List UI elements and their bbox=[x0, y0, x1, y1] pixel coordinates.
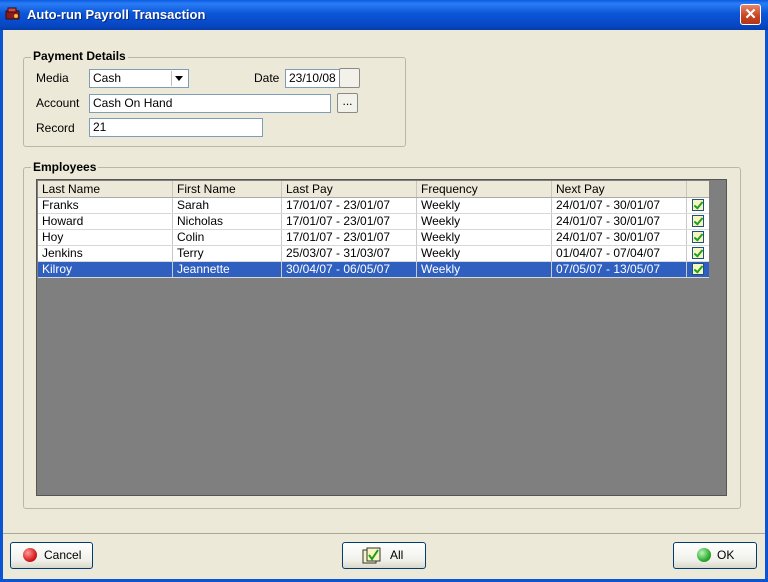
cancel-label: Cancel bbox=[44, 548, 82, 562]
date-field[interactable]: 23/10/08 bbox=[285, 69, 342, 88]
chevron-down-icon[interactable] bbox=[171, 71, 187, 86]
record-label: Record bbox=[36, 121, 75, 135]
close-button[interactable]: ✕ bbox=[740, 4, 761, 25]
cell-frequency: Weekly bbox=[417, 230, 552, 245]
col-last-pay[interactable]: Last Pay bbox=[282, 181, 417, 197]
table-row[interactable]: Hoy Colin 17/01/07 - 23/01/07 Weekly 24/… bbox=[38, 230, 709, 246]
table-row[interactable]: Howard Nicholas 17/01/07 - 23/01/07 Week… bbox=[38, 214, 709, 230]
cell-next-pay: 07/05/07 - 13/05/07 bbox=[552, 262, 687, 277]
cell-frequency: Weekly bbox=[417, 214, 552, 229]
employees-grid[interactable]: Last Name First Name Last Pay Frequency … bbox=[36, 179, 727, 496]
cell-first-name: Jeannette bbox=[173, 262, 282, 277]
bottom-separator bbox=[3, 533, 765, 534]
row-include-checkbox[interactable] bbox=[692, 263, 704, 275]
window-title: Auto-run Payroll Transaction bbox=[27, 7, 206, 22]
row-include-checkbox[interactable] bbox=[692, 247, 704, 259]
account-label: Account bbox=[36, 96, 80, 110]
col-first-name[interactable]: First Name bbox=[173, 181, 282, 197]
cell-last-pay: 17/01/07 - 23/01/07 bbox=[282, 230, 417, 245]
cell-first-name: Sarah bbox=[173, 198, 282, 213]
cell-first-name: Terry bbox=[173, 246, 282, 261]
cell-first-name: Colin bbox=[173, 230, 282, 245]
date-label: Date bbox=[254, 71, 280, 85]
row-include-checkbox[interactable] bbox=[692, 199, 704, 211]
record-field[interactable]: 21 bbox=[89, 118, 263, 137]
cell-last-pay: 25/03/07 - 31/03/07 bbox=[282, 246, 417, 261]
col-frequency[interactable]: Frequency bbox=[417, 181, 552, 197]
table-row-selected[interactable]: Kilroy Jeannette 30/04/07 - 06/05/07 Wee… bbox=[38, 262, 709, 278]
green-circle-icon bbox=[697, 548, 711, 562]
ok-button[interactable]: OK bbox=[673, 542, 757, 569]
account-field[interactable]: Cash On Hand bbox=[89, 94, 331, 113]
cell-last-pay: 17/01/07 - 23/01/07 bbox=[282, 198, 417, 213]
account-browse-button[interactable]: ... bbox=[337, 93, 358, 113]
date-picker-button[interactable] bbox=[339, 68, 360, 88]
media-label: Media bbox=[36, 71, 69, 85]
ok-label: OK bbox=[717, 548, 735, 562]
cell-last-name: Hoy bbox=[38, 230, 173, 245]
media-value: Cash bbox=[93, 71, 122, 85]
cell-last-name: Jenkins bbox=[38, 246, 173, 261]
cell-next-pay: 24/01/07 - 30/01/07 bbox=[552, 214, 687, 229]
window-frame-left bbox=[0, 30, 3, 582]
table-row[interactable]: Franks Sarah 17/01/07 - 23/01/07 Weekly … bbox=[38, 198, 709, 214]
cell-last-pay: 30/04/07 - 06/05/07 bbox=[282, 262, 417, 277]
table-header: Last Name First Name Last Pay Frequency … bbox=[38, 181, 709, 198]
cancel-button[interactable]: Cancel bbox=[10, 542, 93, 569]
red-circle-icon bbox=[23, 548, 37, 562]
payroll-app-icon bbox=[5, 7, 20, 20]
all-label: All bbox=[390, 548, 404, 562]
cell-next-pay: 01/04/07 - 07/04/07 bbox=[552, 246, 687, 261]
all-button[interactable]: All bbox=[342, 542, 426, 569]
col-last-name[interactable]: Last Name bbox=[38, 181, 173, 197]
cell-last-pay: 17/01/07 - 23/01/07 bbox=[282, 214, 417, 229]
row-include-checkbox[interactable] bbox=[692, 215, 704, 227]
employees-title: Employees bbox=[31, 160, 99, 174]
cell-frequency: Weekly bbox=[417, 262, 552, 277]
col-next-pay[interactable]: Next Pay bbox=[552, 181, 687, 197]
col-check[interactable] bbox=[687, 181, 709, 197]
row-include-checkbox[interactable] bbox=[692, 231, 704, 243]
cell-frequency: Weekly bbox=[417, 198, 552, 213]
cell-frequency: Weekly bbox=[417, 246, 552, 261]
title-bar[interactable]: Auto-run Payroll Transaction ✕ bbox=[0, 0, 768, 30]
cell-last-name: Howard bbox=[38, 214, 173, 229]
check-all-icon bbox=[362, 547, 381, 564]
cell-last-name: Franks bbox=[38, 198, 173, 213]
cell-last-name: Kilroy bbox=[38, 262, 173, 277]
cell-first-name: Nicholas bbox=[173, 214, 282, 229]
media-select[interactable]: Cash bbox=[89, 69, 189, 88]
cell-next-pay: 24/01/07 - 30/01/07 bbox=[552, 198, 687, 213]
payment-details-title: Payment Details bbox=[31, 49, 128, 63]
cell-next-pay: 24/01/07 - 30/01/07 bbox=[552, 230, 687, 245]
table-row[interactable]: Jenkins Terry 25/03/07 - 31/03/07 Weekly… bbox=[38, 246, 709, 262]
